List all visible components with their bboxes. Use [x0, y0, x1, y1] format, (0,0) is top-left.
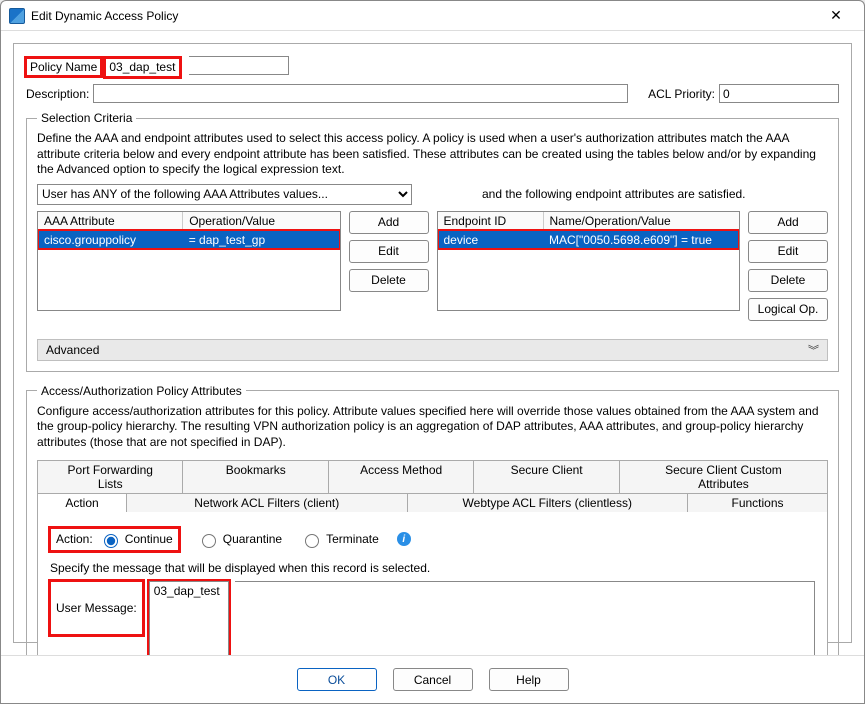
endpoint-buttons: Add Edit Delete Logical Op. [748, 211, 828, 321]
aaa-row-op: = dap_test_gp [183, 230, 340, 249]
ep-edit-button[interactable]: Edit [748, 240, 828, 263]
ok-button[interactable]: OK [297, 668, 377, 691]
app-icon [9, 8, 25, 24]
aaa-table[interactable]: AAA Attribute Operation/Value cisco.grou… [37, 211, 341, 311]
acl-priority-label: ACL Priority: [648, 87, 715, 101]
tab-secure-client[interactable]: Secure Client [474, 460, 619, 493]
tab-action[interactable]: Action [37, 493, 127, 512]
ep-add-button[interactable]: Add [748, 211, 828, 234]
inner-panel: Policy Name Description: ACL Priority: S… [13, 43, 852, 643]
radio-quarantine-input[interactable] [202, 534, 216, 548]
aaa-col-op: Operation/Value [183, 212, 340, 231]
tab-functions[interactable]: Functions [688, 493, 828, 512]
policy-name-row: Policy Name [26, 56, 839, 78]
chevron-down-icon: ︾ [808, 342, 819, 358]
user-message-input-ext[interactable] [235, 581, 815, 655]
advanced-bar[interactable]: Advanced ︾ [37, 339, 828, 361]
aaa-col-attr: AAA Attribute [38, 212, 183, 231]
aaa-mode-select[interactable]: User has ANY of the following AAA Attrib… [37, 184, 412, 205]
selection-desc: Define the AAA and endpoint attributes u… [37, 131, 828, 178]
policy-attributes-group: Access/Authorization Policy Attributes C… [26, 384, 839, 655]
aaa-row[interactable]: cisco.grouppolicy = dap_test_gp [38, 230, 340, 249]
window-title: Edit Dynamic Access Policy [31, 9, 816, 23]
description-row: Description: ACL Priority: [26, 84, 839, 103]
tab-port-forwarding[interactable]: Port Forwarding Lists [37, 460, 183, 493]
radio-continue-input[interactable] [104, 534, 118, 548]
tab-webtype-acl[interactable]: Webtype ACL Filters (clientless) [408, 493, 689, 512]
action-row: Action: Continue Quarantine [50, 524, 815, 561]
radio-terminate-input[interactable] [305, 534, 319, 548]
tables-row: AAA Attribute Operation/Value cisco.grou… [37, 211, 828, 321]
ep-delete-button[interactable]: Delete [748, 269, 828, 292]
aaa-edit-button[interactable]: Edit [349, 240, 429, 263]
ep-col-val: Name/Operation/Value [543, 212, 739, 231]
ep-row-id: device [438, 230, 544, 249]
close-icon[interactable]: ✕ [816, 2, 856, 30]
selection-criteria-group: Selection Criteria Define the AAA and en… [26, 111, 839, 372]
radio-terminate[interactable]: Terminate [300, 531, 379, 548]
cancel-button[interactable]: Cancel [393, 668, 473, 691]
endpoint-satisfied-label: and the following endpoint attributes ar… [482, 187, 746, 201]
aaa-add-button[interactable]: Add [349, 211, 429, 234]
tab-body-action: Action: Continue Quarantine [37, 511, 828, 655]
ep-col-id: Endpoint ID [438, 212, 544, 231]
aaa-delete-button[interactable]: Delete [349, 269, 429, 292]
aaa-buttons: Add Edit Delete [349, 211, 429, 292]
selection-criteria-legend: Selection Criteria [37, 111, 136, 125]
help-button[interactable]: Help [489, 668, 569, 691]
policy-desc: Configure access/authorization attribute… [37, 404, 828, 451]
tab-access-method[interactable]: Access Method [329, 460, 474, 493]
endpoint-table[interactable]: Endpoint ID Name/Operation/Value device … [437, 211, 741, 311]
tab-row-2: Action Network ACL Filters (client) Webt… [37, 492, 828, 511]
user-message-label: User Message: [50, 581, 143, 635]
advanced-label: Advanced [46, 343, 99, 357]
info-icon[interactable]: i [397, 532, 411, 546]
user-message-row: User Message: [50, 581, 815, 655]
description-input[interactable] [93, 84, 628, 103]
radio-quarantine[interactable]: Quarantine [197, 531, 282, 548]
tab-bookmarks[interactable]: Bookmarks [183, 460, 328, 493]
policy-attributes-legend: Access/Authorization Policy Attributes [37, 384, 246, 398]
tab-network-acl[interactable]: Network ACL Filters (client) [127, 493, 408, 512]
dialog-footer: OK Cancel Help [1, 655, 864, 703]
content-area: Policy Name Description: ACL Priority: S… [1, 31, 864, 655]
user-message-input[interactable] [149, 581, 229, 655]
dialog-window: Edit Dynamic Access Policy ✕ Policy Name… [0, 0, 865, 704]
tab-sc-custom[interactable]: Secure Client Custom Attributes [620, 460, 828, 493]
user-message-hint: Specify the message that will be display… [50, 561, 815, 575]
aaa-row-attr: cisco.grouppolicy [38, 230, 183, 249]
action-label: Action: [56, 532, 93, 546]
policy-name-label: Policy Name [26, 58, 101, 76]
endpoint-row[interactable]: device MAC["0050.5698.e609"] = true [438, 230, 740, 249]
tabs: Port Forwarding Lists Bookmarks Access M… [37, 459, 828, 655]
policy-name-input[interactable] [105, 58, 180, 77]
ep-row-val: MAC["0050.5698.e609"] = true [543, 230, 739, 249]
tab-row-1: Port Forwarding Lists Bookmarks Access M… [37, 459, 828, 492]
ep-logical-button[interactable]: Logical Op. [748, 298, 828, 321]
description-label: Description: [26, 87, 89, 101]
radio-continue[interactable]: Continue [99, 531, 173, 548]
titlebar: Edit Dynamic Access Policy ✕ [1, 1, 864, 31]
acl-priority-input[interactable] [719, 84, 839, 103]
